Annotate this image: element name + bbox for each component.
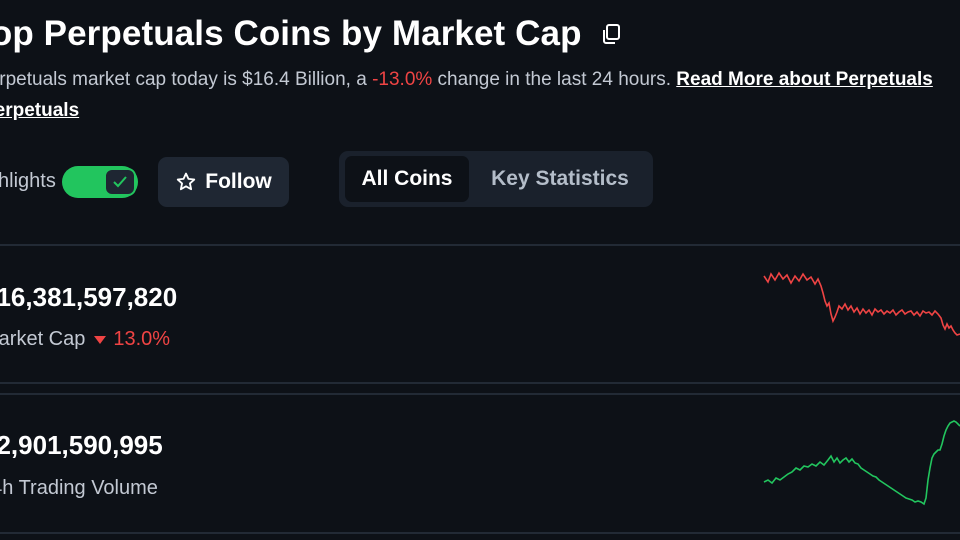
market-cap-label-row: Market Cap 13.0% [0,328,170,351]
market-cap-label: Market Cap [0,328,86,350]
check-icon [113,176,127,188]
market-cap-value: $16,381,597,820 [0,282,178,312]
market-cap-sparkline [763,271,960,336]
toggle-knob [104,168,136,196]
read-more-link[interactable]: Read More about Perpetuals [676,69,933,90]
page-title: Top Perpetuals Coins by Market Cap [0,14,582,53]
trading-volume-value: $2,901,590,995 [0,430,163,460]
description-text-2: change in the last 24 hours. [432,69,677,90]
divider [0,393,960,395]
copy-icon[interactable] [600,23,622,45]
trading-volume-sparkline [763,420,960,506]
highlights-label: Highlights [0,170,56,192]
description-text-1: The Perpetuals market cap today is $16.4… [0,69,367,90]
trading-volume-label-row: 24h Trading Volume [0,477,158,500]
description-change: -13.0% [372,69,433,90]
divider [0,532,960,534]
follow-label: Follow [205,170,272,193]
star-icon [177,172,196,191]
caret-down-icon [94,335,107,344]
tab-key-statistics[interactable]: Key Statistics [475,156,645,202]
title-row: Top Perpetuals Coins by Market Cap [0,14,622,54]
controls-row: Highlights Follow All Coins Key Statisti… [0,150,960,210]
highlights-toggle[interactable] [62,166,138,198]
view-tabs: All Coins Key Statistics [339,151,653,207]
market-cap-change: 13.0% [93,328,170,351]
tab-all-coins[interactable]: All Coins [345,156,469,202]
trading-volume-label: 24h Trading Volume [0,477,158,499]
page: Top Perpetuals Coins by Market Cap The P… [0,0,960,540]
follow-button[interactable]: Follow [158,157,289,207]
divider [0,244,960,246]
market-cap-sparkline-line [763,271,960,336]
trading-volume-sparkline-line [763,420,960,506]
divider [0,382,960,384]
read-more-link-continued[interactable]: Perpetuals [0,100,79,121]
market-cap-change-value: 13.0% [113,328,171,350]
